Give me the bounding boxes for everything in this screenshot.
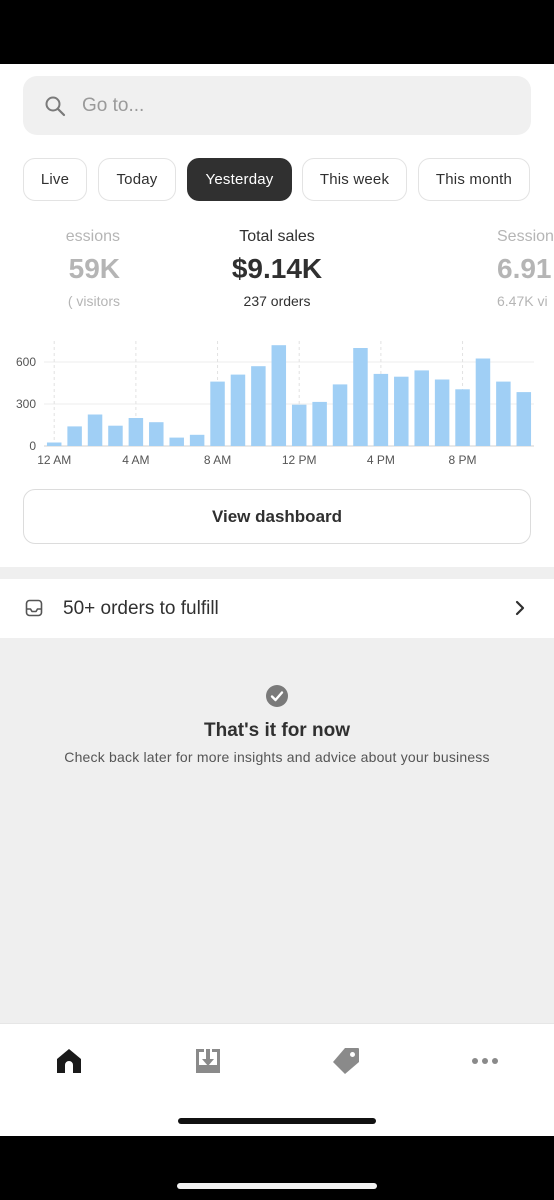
x-tick-label: 12 AM [37, 453, 71, 467]
orders-inbox-icon[interactable] [193, 1046, 223, 1076]
chart-bar [169, 437, 184, 446]
metric-total-sales[interactable]: Total sales $9.14K 237 orders [177, 227, 377, 310]
metric-value: 6.91 [497, 253, 552, 284]
search-icon [45, 96, 66, 117]
orders-to-fulfill-label: 50+ orders to fulfill [63, 598, 219, 619]
x-tick-label: 12 PM [282, 453, 317, 467]
chart-bar [291, 404, 307, 446]
chart-bar [210, 381, 225, 446]
chart-bar [332, 384, 348, 446]
empty-state-description: Check back later for more insights and a… [64, 749, 490, 765]
chart-bar [271, 345, 287, 446]
chart-bar [434, 379, 450, 446]
chart-bar [251, 366, 266, 446]
chart-bar [189, 434, 205, 446]
metric-value: $9.14K [231, 253, 323, 284]
view-dashboard-button[interactable]: View dashboard [23, 489, 531, 544]
metric-sub: ( visitors [67, 293, 120, 309]
metric-label: Total sales [239, 228, 315, 245]
bottom-tab-bar [0, 1023, 554, 1136]
chart-bar [87, 414, 103, 446]
chart-bar [312, 401, 327, 446]
chart-bar [149, 422, 164, 446]
x-tick-label: 8 AM [204, 453, 231, 467]
search-bar[interactable]: Go to... [23, 76, 531, 135]
overview-card: Go to... Live Today Yesterday This week … [0, 64, 554, 567]
products-tag-icon[interactable] [331, 1046, 361, 1076]
chart-bar [230, 374, 246, 446]
y-tick-label: 300 [16, 397, 36, 411]
system-home-indicator [177, 1183, 377, 1189]
more-icon[interactable] [470, 1046, 500, 1076]
chart-bar [353, 348, 368, 446]
chart-bar [67, 426, 82, 446]
metric-sessions-left[interactable]: essions 59K ( visitors [0, 227, 120, 310]
filter-yesterday[interactable]: Yesterday [187, 158, 292, 201]
search-placeholder: Go to... [82, 95, 145, 116]
chevron-right-icon [515, 600, 525, 616]
x-tick-label: 8 PM [449, 453, 477, 467]
home-indicator [178, 1118, 376, 1124]
metric-sessions-right[interactable]: Session 6.91 6.47K vi [497, 227, 554, 310]
chart-bar [455, 389, 470, 446]
metric-label: essions [65, 228, 120, 245]
chart-bar [394, 376, 409, 446]
x-tick-label: 4 PM [367, 453, 395, 467]
chart-bar [516, 392, 532, 446]
metric-sub: 237 orders [243, 293, 311, 309]
filter-today[interactable]: Today [98, 158, 176, 201]
bottom-system-bar [0, 1136, 554, 1200]
sales-bar-chart: 0 300 600 12 AM 4 AM 8 AM 12 PM 4 PM 8 PM [16, 341, 534, 467]
chart-bar [373, 373, 389, 446]
metric-sub: 6.47K vi [497, 293, 548, 309]
check-circle-icon [266, 685, 288, 707]
y-tick-label: 0 [29, 439, 36, 453]
x-tick-label: 4 AM [122, 453, 149, 467]
metric-value: 59K [68, 253, 120, 284]
home-icon[interactable] [54, 1046, 84, 1076]
chart-bar [496, 381, 511, 446]
filter-this-month[interactable]: This month [418, 158, 530, 201]
filter-this-week[interactable]: This week [302, 158, 407, 201]
metric-label: Session [497, 228, 554, 245]
chart-bar [108, 425, 123, 446]
app-screen: Go to... Live Today Yesterday This week … [0, 64, 554, 1136]
status-bar [0, 0, 554, 64]
orders-to-fulfill-row[interactable]: 50+ orders to fulfill [0, 579, 554, 638]
filter-live[interactable]: Live [23, 158, 87, 201]
y-tick-label: 600 [16, 355, 36, 369]
chart-bar [128, 418, 144, 446]
chart-bar [46, 442, 62, 446]
chart-bar [414, 370, 429, 446]
chart-bar [475, 358, 491, 446]
inbox-icon [25, 599, 43, 617]
empty-state-title: That's it for now [204, 720, 350, 741]
